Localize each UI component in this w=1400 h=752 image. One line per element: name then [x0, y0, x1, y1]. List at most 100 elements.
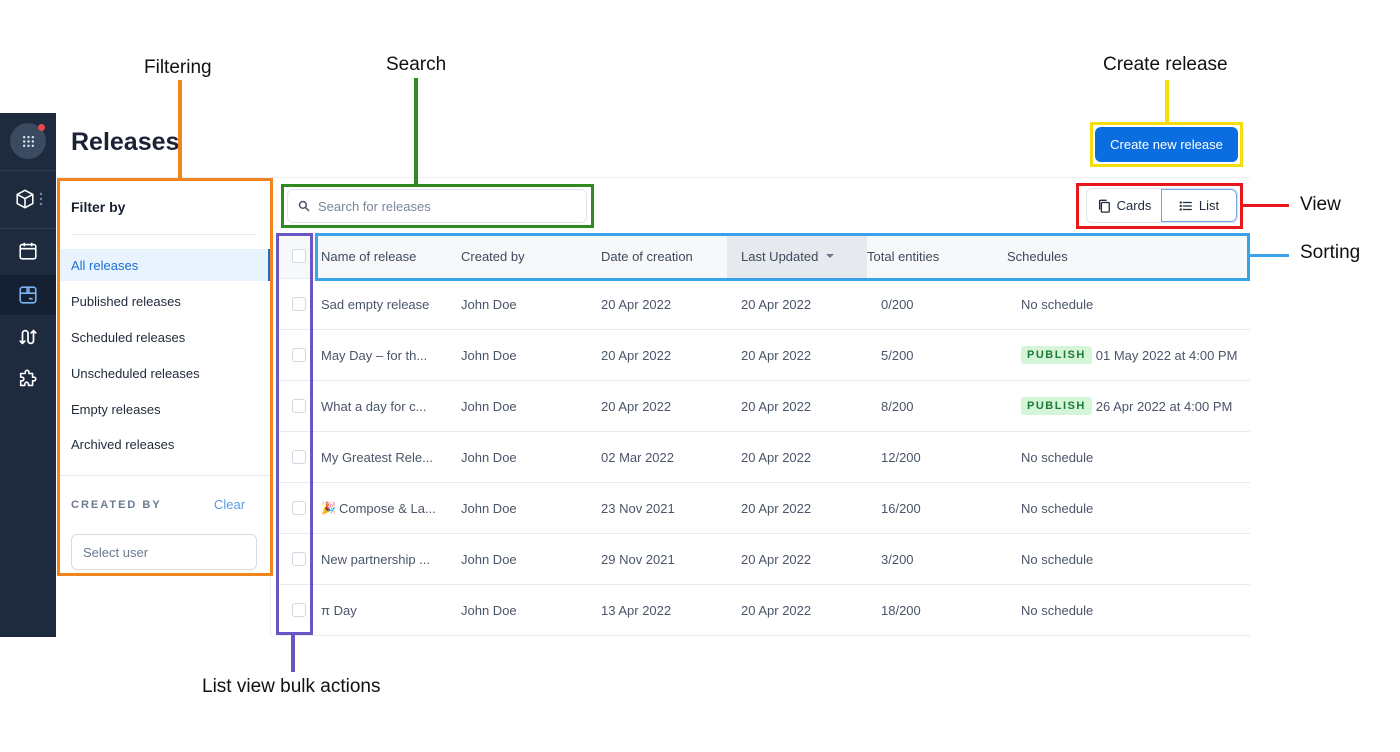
total-entities-cell: 5/200 [881, 347, 914, 363]
release-name-cell[interactable]: π Day [321, 585, 461, 635]
filter-item-all-releases[interactable]: All releases [60, 249, 270, 281]
row-select-cell [277, 432, 321, 482]
cards-view-label: Cards [1116, 198, 1152, 213]
column-header-last-updated[interactable]: Last Updated [727, 234, 867, 278]
column-header-total-entities[interactable]: Total entities [867, 234, 1007, 278]
release-name-cell[interactable]: 🎉 Compose & La... [321, 483, 461, 533]
column-header-label: Created by [461, 248, 525, 264]
created-by-cell: John Doe [461, 551, 517, 567]
annotation-sorting: Sorting [1300, 242, 1361, 263]
created-by-cell: John Doe [461, 296, 517, 312]
search-input[interactable] [318, 198, 568, 214]
row-checkbox[interactable] [292, 399, 306, 413]
schedule-text: 26 Apr 2022 at 4:00 PM [1095, 398, 1233, 414]
annotation-create-line [1165, 80, 1169, 124]
annotation-sorting-line [1249, 254, 1289, 257]
table-row[interactable]: My Greatest Rele... John Doe 02 Mar 2022 20… [277, 432, 1250, 483]
column-header-schedules[interactable]: Schedules [1007, 234, 1236, 278]
schedule-cell: No schedule [1021, 585, 1250, 635]
table-row[interactable]: What a day for c... John Doe 20 Apr 2022 20… [277, 381, 1250, 432]
total-entities-cell: 8/200 [881, 398, 914, 414]
total-entities-cell: 0/200 [881, 296, 914, 312]
calendar-icon [19, 242, 37, 260]
party-popper-icon: 🎉 [321, 501, 336, 515]
row-checkbox[interactable] [292, 501, 306, 515]
row-checkbox[interactable] [292, 552, 306, 566]
total-entities-cell: 16/200 [881, 500, 921, 516]
nav-item-releases[interactable] [0, 275, 56, 315]
nav-item-schedule[interactable] [0, 233, 56, 269]
date-of-creation-cell: 29 Nov 2021 [601, 551, 675, 567]
filter-divider [71, 234, 257, 235]
created-by-cell: John Doe [461, 500, 517, 516]
sort-desc-icon [826, 254, 835, 258]
nav-item-apps[interactable] [0, 361, 56, 397]
clear-filter-link[interactable]: Clear [214, 497, 245, 512]
created-by-cell: John Doe [461, 347, 517, 363]
schedule-cell: No schedule [1021, 534, 1250, 584]
last-updated-cell: 20 Apr 2022 [741, 398, 812, 414]
nav-divider [0, 170, 56, 171]
column-header-label: Schedules [1007, 248, 1068, 264]
table-row[interactable]: Sad empty release John Doe 20 Apr 2022 20 A… [277, 279, 1250, 330]
row-select-cell [277, 330, 321, 380]
date-of-creation-cell: 20 Apr 2022 [601, 347, 672, 363]
annotation-bulk-line [291, 634, 295, 672]
annotation-bulk-actions: List view bulk actions [202, 676, 381, 697]
date-of-creation-cell: 13 Apr 2022 [601, 602, 672, 618]
apps-menu-button[interactable] [10, 123, 46, 159]
page-title: Releases [71, 128, 180, 156]
app-nav [0, 113, 56, 637]
created-by-cell: John Doe [461, 449, 517, 465]
filter-item-published-releases[interactable]: Published releases [60, 285, 270, 317]
select-user-dropdown[interactable]: Select user [71, 534, 257, 570]
filter-item-scheduled-releases[interactable]: Scheduled releases [60, 321, 270, 353]
last-updated-cell: 20 Apr 2022 [741, 500, 812, 516]
cards-view-button[interactable]: Cards [1087, 189, 1161, 222]
column-header-created-by[interactable]: Created by [461, 234, 601, 278]
release-name-cell[interactable]: My Greatest Rele... [321, 432, 461, 482]
date-of-creation-cell: 23 Nov 2021 [601, 500, 675, 516]
table-row[interactable]: 🎉 Compose & La... John Doe 23 Nov 2021 20 Ap… [277, 483, 1250, 534]
column-header-date-of-creation[interactable]: Date of creation [601, 234, 741, 278]
table-row[interactable]: May Day – for th... John Doe 20 Apr 2022 20… [277, 330, 1250, 381]
row-checkbox[interactable] [292, 603, 306, 617]
table-row[interactable]: π Day John Doe 13 Apr 2022 20 Apr 2022 18/20… [277, 585, 1250, 636]
search-icon [298, 200, 310, 212]
annotation-filtering-line [178, 80, 182, 180]
row-checkbox[interactable] [292, 450, 306, 464]
schedule-cell: No schedule [1021, 483, 1250, 533]
list-view-button[interactable]: List [1161, 189, 1237, 222]
create-new-release-button[interactable]: Create new release [1095, 127, 1238, 162]
row-checkbox[interactable] [292, 297, 306, 311]
last-updated-cell: 20 Apr 2022 [741, 296, 812, 312]
release-name-cell[interactable]: Sad empty release [321, 279, 461, 329]
annotation-view: View [1300, 194, 1341, 215]
release-box-icon [19, 286, 37, 304]
release-name: π Day [321, 602, 357, 618]
row-checkbox[interactable] [292, 348, 306, 362]
release-name-cell[interactable]: What a day for c... [321, 381, 461, 431]
filter-item-unscheduled-releases[interactable]: Unscheduled releases [60, 357, 270, 389]
release-name: May Day – for th... [321, 347, 428, 363]
release-name-cell[interactable]: May Day – for th... [321, 330, 461, 380]
table-row[interactable]: New partnership ... John Doe 29 Nov 2021 20… [277, 534, 1250, 585]
schedule-text: No schedule [1021, 296, 1094, 312]
total-entities-cell: 3/200 [881, 551, 914, 567]
nav-item-content-model[interactable] [0, 181, 56, 217]
filter-item-archived-releases[interactable]: Archived releases [60, 428, 270, 460]
schedule-text: No schedule [1021, 449, 1094, 465]
column-header-name[interactable]: Name of release [321, 234, 461, 278]
row-select-cell [277, 381, 321, 431]
nav-item-workflows[interactable] [0, 319, 56, 355]
schedule-text: No schedule [1021, 551, 1094, 567]
notification-dot [38, 124, 45, 131]
header-divider [56, 177, 1250, 178]
search-field[interactable] [287, 189, 587, 223]
arrows-icon [19, 329, 37, 345]
select-all-checkbox[interactable] [292, 249, 306, 263]
sidebar-divider [270, 178, 271, 637]
column-header-label: Date of creation [601, 248, 693, 264]
filter-item-empty-releases[interactable]: Empty releases [60, 393, 270, 425]
release-name-cell[interactable]: New partnership ... [321, 534, 461, 584]
